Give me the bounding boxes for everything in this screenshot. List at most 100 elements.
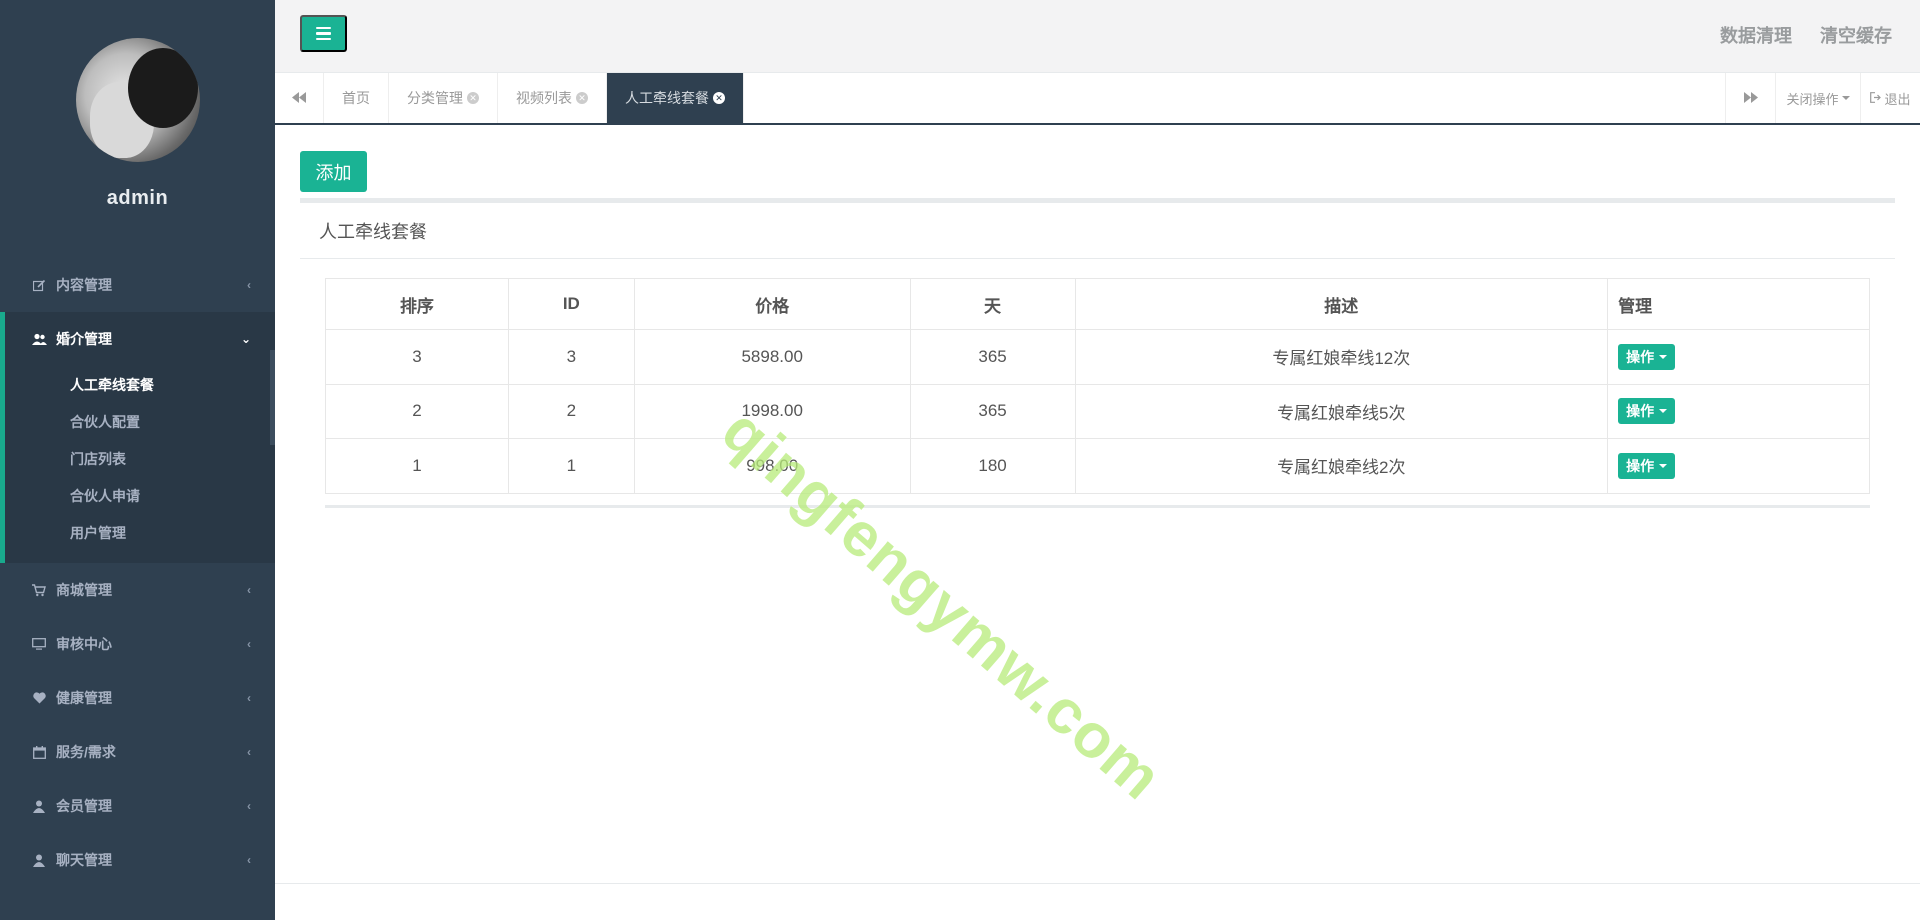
- cell-id: 1: [507, 438, 635, 494]
- tabs-scroll-right-button[interactable]: [1725, 73, 1775, 123]
- main-content: 添加 人工牵线套餐 排序 ID 价格 天 描述 管理 3 3 5898.00 3…: [275, 125, 1920, 920]
- profile: admin: [0, 0, 275, 258]
- menu-item-health[interactable]: 健康管理 ‹: [0, 671, 275, 725]
- panel-top-border: [300, 198, 1895, 203]
- footer-divider: [275, 883, 1920, 884]
- submenu-item-matchmaking-package[interactable]: 人工牵线套餐: [5, 366, 275, 403]
- chevron-down-icon: ⌄: [240, 332, 251, 346]
- clear-cache-link[interactable]: 清空缓存: [1820, 22, 1892, 48]
- menu-group-shop: 商城管理 ‹: [0, 563, 275, 617]
- cell-days: 180: [909, 438, 1076, 494]
- tab-label: 视频列表: [516, 90, 572, 106]
- operation-dropdown-button[interactable]: 操作: [1618, 343, 1676, 370]
- data-cleanup-link[interactable]: 数据清理: [1720, 22, 1792, 48]
- user-icon: [31, 852, 47, 868]
- menu-item-service[interactable]: 服务/需求 ‹: [0, 725, 275, 779]
- column-header-price[interactable]: 价格: [633, 278, 911, 330]
- submenu-item-partner-apply[interactable]: 合伙人申请: [5, 477, 275, 514]
- hamburger-icon-line: [316, 32, 331, 35]
- menu-group-health: 健康管理 ‹: [0, 671, 275, 725]
- cell-days: 365: [909, 329, 1076, 385]
- menu-item-label: 商城管理: [56, 582, 112, 598]
- menu-item-label: 聊天管理: [56, 852, 112, 868]
- menu-item-content[interactable]: 内容管理 ‹: [0, 258, 275, 312]
- close-icon[interactable]: ✕: [467, 92, 479, 104]
- tab-home[interactable]: 首页: [324, 73, 389, 123]
- users-icon: [31, 331, 47, 347]
- avatar-hair: [127, 48, 198, 128]
- sidebar: admin 内容管理 ‹ 婚介管理 ⌄ 人工牵线套餐 合伙人配置 门店列表 合伙…: [0, 0, 275, 920]
- menu-group-member: 会员管理 ‹: [0, 779, 275, 833]
- operation-label: 操作: [1626, 457, 1655, 474]
- chevron-left-icon: ‹: [247, 799, 251, 813]
- tab-matchmaking-package[interactable]: 人工牵线套餐 ✕: [607, 73, 744, 123]
- cell-manage: 操作: [1607, 329, 1870, 385]
- tab-video-list[interactable]: 视频列表 ✕: [498, 73, 607, 123]
- operation-dropdown-button[interactable]: 操作: [1618, 452, 1676, 479]
- cart-icon: [31, 582, 47, 598]
- menu-toggle-button[interactable]: [300, 15, 347, 52]
- cell-price: 5898.00: [633, 329, 911, 385]
- top-navbar: 数据清理 清空缓存: [275, 0, 1920, 73]
- tab-label: 人工牵线套餐: [625, 90, 709, 106]
- menu-item-matchmaking[interactable]: 婚介管理 ⌄: [5, 312, 275, 366]
- sign-out-icon: [1870, 91, 1882, 106]
- column-header-id[interactable]: ID: [507, 278, 635, 330]
- menu-group-review: 审核中心 ‹: [0, 617, 275, 671]
- top-links: 数据清理 清空缓存: [1720, 22, 1892, 48]
- monitor-icon: [31, 636, 47, 652]
- close-icon[interactable]: ✕: [713, 92, 725, 104]
- tabs-right-controls: 关闭操作 退出: [1725, 73, 1920, 123]
- tabs-scroll-left-button[interactable]: [275, 73, 324, 123]
- package-table: 排序 ID 价格 天 描述 管理 3 3 5898.00 365 专属红娘牵线1…: [325, 278, 1870, 494]
- submenu-matchmaking: 人工牵线套餐 合伙人配置 门店列表 合伙人申请 用户管理: [5, 366, 275, 563]
- menu-group-content: 内容管理 ‹: [0, 258, 275, 312]
- submenu-item-user-manage[interactable]: 用户管理: [5, 514, 275, 551]
- menu-item-label: 审核中心: [56, 636, 112, 652]
- close-operations-dropdown[interactable]: 关闭操作: [1775, 73, 1860, 123]
- chevron-left-icon: ‹: [247, 853, 251, 867]
- logout-button[interactable]: 退出: [1860, 73, 1920, 123]
- chevron-left-icon: ‹: [247, 583, 251, 597]
- menu-item-label: 服务/需求: [56, 744, 116, 760]
- cell-id: 2: [507, 383, 635, 439]
- cell-days: 365: [909, 383, 1076, 439]
- column-header-days[interactable]: 天: [909, 278, 1076, 330]
- cell-manage: 操作: [1607, 383, 1870, 439]
- panel-divider: [300, 258, 1895, 259]
- submenu-item-store-list[interactable]: 门店列表: [5, 440, 275, 477]
- cell-sort: 1: [325, 438, 509, 494]
- tab-category[interactable]: 分类管理 ✕: [389, 73, 498, 123]
- logout-label: 退出: [1884, 91, 1911, 107]
- cell-desc: 专属红娘牵线5次: [1074, 383, 1609, 439]
- sidebar-menu: 内容管理 ‹ 婚介管理 ⌄ 人工牵线套餐 合伙人配置 门店列表 合伙人申请 用户…: [0, 258, 275, 887]
- add-button[interactable]: 添加: [300, 151, 367, 192]
- caret-down-icon: [1659, 354, 1668, 359]
- cell-id: 3: [507, 329, 635, 385]
- operation-label: 操作: [1626, 348, 1655, 365]
- hamburger-icon-line: [316, 37, 331, 41]
- tab-label: 分类管理: [407, 90, 463, 106]
- cell-sort: 2: [325, 383, 509, 439]
- tab-label: 首页: [342, 90, 370, 106]
- chevron-left-icon: ‹: [247, 637, 251, 651]
- menu-item-chat[interactable]: 聊天管理 ‹: [0, 833, 275, 887]
- cell-desc: 专属红娘牵线2次: [1074, 438, 1609, 494]
- operation-label: 操作: [1626, 403, 1655, 420]
- menu-item-review[interactable]: 审核中心 ‹: [0, 617, 275, 671]
- close-operations-label: 关闭操作: [1786, 91, 1839, 107]
- operation-dropdown-button[interactable]: 操作: [1618, 398, 1676, 425]
- column-header-sort[interactable]: 排序: [325, 278, 509, 330]
- table-header-row: 排序 ID 价格 天 描述 管理: [325, 278, 1870, 330]
- user-icon: [31, 798, 47, 814]
- username[interactable]: admin: [0, 187, 275, 210]
- submenu-item-partner-config[interactable]: 合伙人配置: [5, 403, 275, 440]
- menu-item-label: 健康管理: [56, 690, 112, 706]
- chevron-left-icon: ‹: [247, 745, 251, 759]
- menu-item-member[interactable]: 会员管理 ‹: [0, 779, 275, 833]
- avatar[interactable]: [75, 38, 200, 162]
- menu-item-shop[interactable]: 商城管理 ‹: [0, 563, 275, 617]
- menu-group-service: 服务/需求 ‹: [0, 725, 275, 779]
- close-icon[interactable]: ✕: [576, 92, 588, 104]
- column-header-desc[interactable]: 描述: [1074, 278, 1609, 330]
